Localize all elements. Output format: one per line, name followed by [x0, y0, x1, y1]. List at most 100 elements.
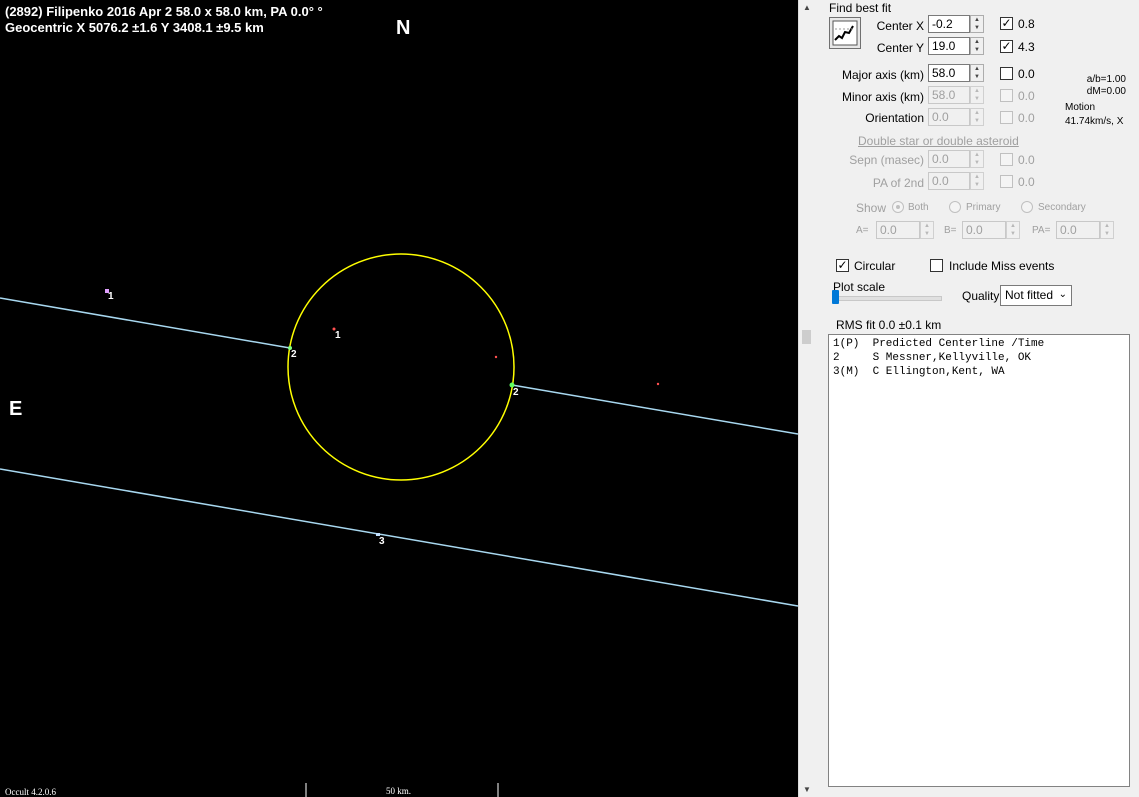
chevron-down-icon: ⌄ [1058, 289, 1067, 300]
orientation-checkbox[interactable] [1000, 111, 1013, 124]
chord-line-1 [0, 297, 291, 349]
center-x-label: Center X [876, 19, 924, 33]
show-both-label: Both [908, 202, 929, 213]
chord-label: 1 [108, 291, 114, 302]
version-label: Occult 4.2.0.6 [5, 787, 56, 797]
show-secondary-radio[interactable] [1021, 201, 1033, 213]
double-star-link[interactable]: Double star or double asteroid [858, 134, 1019, 148]
minor-axis-spinner[interactable]: ▲ ▼ [970, 86, 984, 104]
quality-label: Quality [962, 289, 1000, 303]
a-input[interactable]: 0.0 [876, 221, 920, 239]
plot-canvas [0, 253, 798, 797]
center-y-input[interactable]: 19.0 [928, 37, 970, 55]
b-input[interactable]: 0.0 [962, 221, 1006, 239]
pa-2nd-input[interactable]: 0.0 [928, 172, 970, 190]
quality-value: Not fitted [1005, 288, 1054, 302]
check-icon: ✓ [1001, 16, 1012, 30]
orientation-check-value: 0.0 [1018, 111, 1035, 125]
motion-label: Motion [1065, 102, 1096, 113]
center-y-checkbox[interactable]: ✓ [1000, 40, 1013, 53]
sepn-check-value: 0.0 [1018, 153, 1035, 167]
observer-list[interactable]: 1(P) Predicted Centerline /Time 2 S Mess… [828, 334, 1130, 787]
plot-title: (2892) Filipenko 2016 Apr 2 58.0 x 58.0 … [5, 4, 323, 19]
chord-line-2 [511, 384, 798, 435]
major-axis-checkbox[interactable] [1000, 67, 1013, 80]
a-label: A= [856, 225, 869, 236]
pa-2nd-label: PA of 2nd [872, 176, 924, 190]
sepn-checkbox[interactable] [1000, 153, 1013, 166]
marker-red-right [494, 355, 498, 359]
plot-scale-label: Plot scale [833, 280, 886, 294]
plot-scale-track [834, 296, 942, 301]
center-x-input[interactable]: -0.2 [928, 15, 970, 33]
center-y-spinner[interactable]: ▲ ▼ [970, 37, 984, 55]
show-secondary-label: Secondary [1038, 202, 1086, 213]
minor-axis-label: Minor axis (km) [841, 90, 924, 104]
minor-axis-checkbox[interactable] [1000, 89, 1013, 102]
axis-ratio: a/b=1.00 [1086, 74, 1126, 85]
scroll-down-icon[interactable]: ▼ [803, 785, 811, 794]
list-item[interactable]: 2 S Messner,Kellyville, OK [833, 351, 1125, 365]
scrollbar-thumb[interactable] [802, 330, 811, 344]
show-primary-label: Primary [966, 202, 1001, 213]
orientation-input[interactable]: 0.0 [928, 108, 970, 126]
fit-control-panel: Find best fit Center X -0.2 ▲ ▼ ✓ 0.8 Cen… [816, 0, 1139, 797]
sepn-spinner[interactable]: ▲ ▼ [970, 150, 984, 168]
circular-checkbox[interactable]: ✓ [836, 259, 849, 272]
minor-axis-check-value: 0.0 [1018, 89, 1035, 103]
include-miss-label: Include Miss events [949, 259, 1055, 273]
north-label: N [396, 17, 411, 39]
plot-scale-slider[interactable] [832, 290, 839, 304]
list-item[interactable]: 3(M) C Ellington,Kent, WA [833, 365, 1125, 379]
b-spinner[interactable]: ▲ ▼ [1006, 221, 1020, 239]
check-icon: ✓ [837, 258, 848, 272]
center-y-check-value: 4.3 [1018, 40, 1035, 54]
show-label: Show [856, 201, 887, 215]
find-best-fit-label: Find best fit [829, 1, 892, 15]
b-label: B= [944, 225, 957, 236]
occultation-plot[interactable]: (2892) Filipenko 2016 Apr 2 58.0 x 58.0 … [0, 0, 798, 797]
scroll-up-icon[interactable]: ▲ [803, 3, 811, 12]
center-x-checkbox[interactable]: ✓ [1000, 17, 1013, 30]
sepn-label: Sepn (masec) [849, 153, 924, 167]
delta-magnitude: dM=0.00 [1086, 86, 1126, 97]
center-y-label: Center Y [876, 41, 924, 55]
geocentric-coordinates: Geocentric X 5076.2 ±1.6 Y 3408.1 ±9.5 k… [5, 20, 264, 35]
orientation-spinner[interactable]: ▲ ▼ [970, 108, 984, 126]
major-axis-label: Major axis (km) [841, 68, 924, 82]
minor-axis-input[interactable]: 58.0 [928, 86, 970, 104]
chord-label: 3 [379, 536, 385, 547]
include-miss-checkbox[interactable] [930, 259, 943, 272]
major-axis-check-value: 0.0 [1018, 67, 1035, 81]
marker-red-far [656, 382, 660, 386]
show-primary-radio[interactable] [949, 201, 961, 213]
list-item[interactable]: 1(P) Predicted Centerline /Time [833, 337, 1125, 351]
chord-label: 2 [291, 349, 297, 360]
center-x-spinner[interactable]: ▲ ▼ [970, 15, 984, 33]
pa-spinner[interactable]: ▲ ▼ [1100, 221, 1114, 239]
center-x-check-value: 0.8 [1018, 17, 1035, 31]
show-both-radio[interactable] [892, 201, 904, 213]
pa-input[interactable]: 0.0 [1056, 221, 1100, 239]
pa-2nd-spinner[interactable]: ▲ ▼ [970, 172, 984, 190]
east-label: E [9, 398, 23, 420]
rms-fit-label: RMS fit 0.0 ±0.1 km [836, 318, 942, 332]
pa-label: PA= [1032, 225, 1051, 236]
pa-2nd-checkbox[interactable] [1000, 175, 1013, 188]
chord-label: 1 [335, 330, 341, 341]
circular-label: Circular [854, 259, 896, 273]
quality-select[interactable]: Not fitted ⌄ [1000, 285, 1072, 306]
vertical-scrollbar[interactable]: ▲ ▼ [798, 0, 816, 797]
chord-label: 2 [513, 387, 519, 398]
scale-bar-label: 50 km. [386, 786, 412, 796]
major-axis-input[interactable]: 58.0 [928, 64, 970, 82]
check-icon: ✓ [1001, 39, 1012, 53]
asteroid-profile-ellipse [287, 253, 515, 481]
pa-2nd-check-value: 0.0 [1018, 175, 1035, 189]
motion-value: 41.74km/s, X [1065, 116, 1124, 127]
a-spinner[interactable]: ▲ ▼ [920, 221, 934, 239]
chord-line-3 [0, 468, 798, 607]
major-axis-spinner[interactable]: ▲ ▼ [970, 64, 984, 82]
sepn-input[interactable]: 0.0 [928, 150, 970, 168]
orientation-label: Orientation [865, 111, 924, 125]
